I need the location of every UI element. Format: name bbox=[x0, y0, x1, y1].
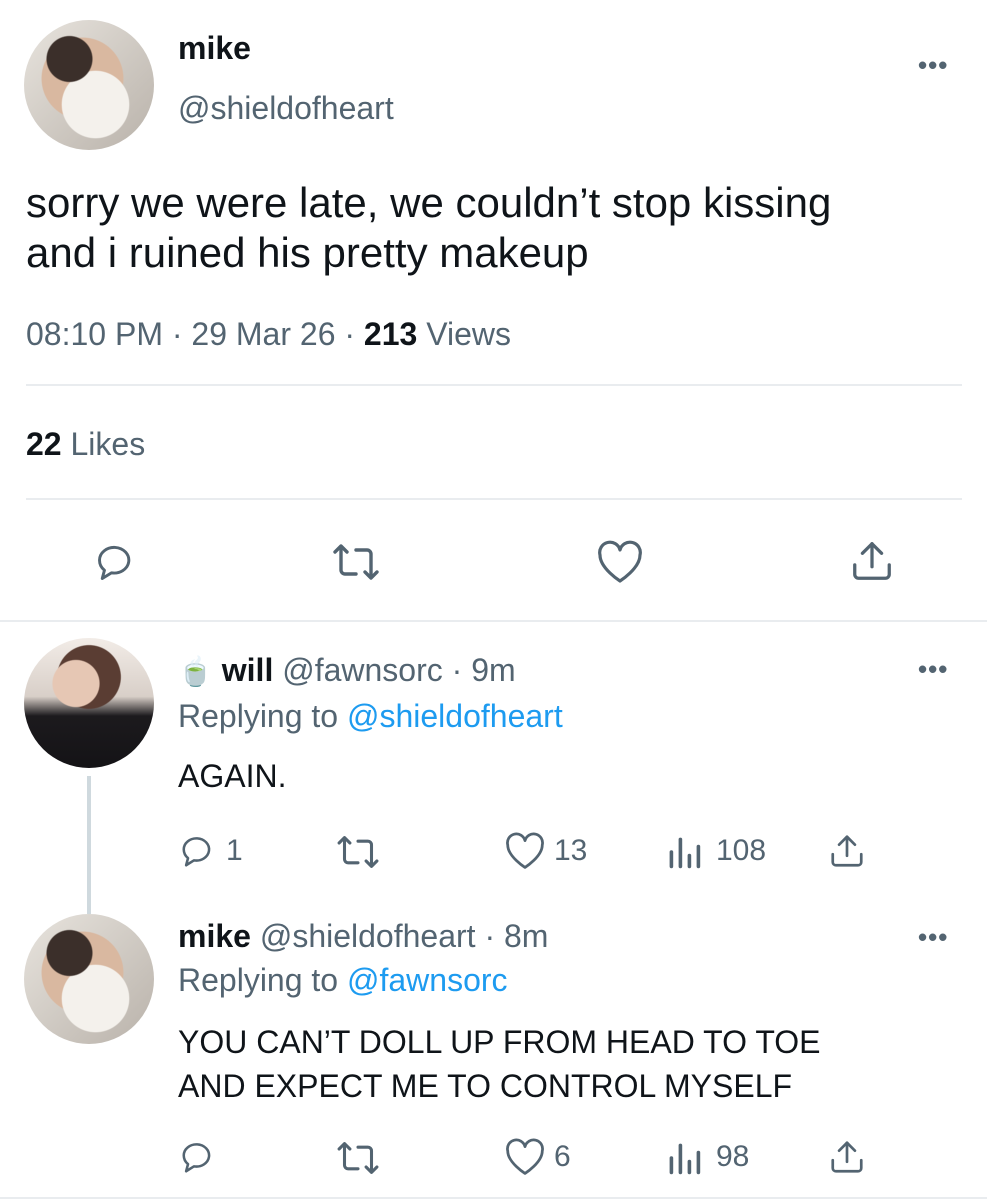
more-icon[interactable]: ••• bbox=[918, 52, 948, 78]
author-name[interactable]: mike bbox=[178, 30, 251, 67]
reply-text: AGAIN. bbox=[178, 758, 287, 794]
tweet-time[interactable]: 08:10 PM bbox=[26, 316, 163, 352]
share-icon[interactable] bbox=[828, 832, 866, 870]
like-count: 13 bbox=[554, 834, 588, 867]
like-icon[interactable] bbox=[504, 1138, 546, 1176]
reply-header: 🍵 will @fawnsorc · 9m bbox=[178, 652, 516, 689]
separator: · bbox=[484, 918, 496, 954]
replying-label: Replying to bbox=[178, 962, 339, 998]
avatar[interactable] bbox=[24, 638, 154, 768]
reply-text: YOU CAN’T DOLL UP FROM HEAD TO TOE AND E… bbox=[178, 1020, 821, 1108]
tea-emoji: 🍵 bbox=[178, 656, 213, 687]
tweet-meta: 08:10 PM · 29 Mar 26 · 213 Views bbox=[26, 316, 511, 353]
reply-text-line-2: AND EXPECT ME TO CONTROL MYSELF bbox=[178, 1068, 793, 1104]
replying-to: Replying to @shieldofheart bbox=[178, 698, 563, 735]
likes-label: Likes bbox=[70, 426, 146, 462]
retweet-icon[interactable] bbox=[336, 1140, 380, 1176]
likes-count: 22 bbox=[26, 426, 62, 462]
reply-author-name[interactable]: mike bbox=[178, 918, 251, 954]
like-count: 6 bbox=[554, 1140, 571, 1173]
reply-count: 1 bbox=[226, 834, 243, 867]
reply-author-name[interactable]: will bbox=[222, 652, 274, 688]
divider bbox=[26, 498, 962, 500]
reply-icon[interactable] bbox=[93, 540, 139, 584]
divider bbox=[0, 1197, 987, 1199]
retweet-icon[interactable] bbox=[336, 834, 380, 870]
replying-handle[interactable]: @shieldofheart bbox=[347, 698, 563, 734]
author-handle[interactable]: @shieldofheart bbox=[178, 90, 394, 127]
divider bbox=[0, 620, 987, 622]
views-count: 108 bbox=[716, 834, 767, 867]
more-icon[interactable]: ••• bbox=[918, 924, 948, 950]
tweet-text-line-2: and i ruined his pretty makeup bbox=[26, 229, 589, 276]
separator: · bbox=[344, 316, 356, 352]
separator: · bbox=[171, 316, 183, 352]
views-label: Views bbox=[426, 316, 511, 352]
reply-time[interactable]: 8m bbox=[504, 918, 548, 954]
views-count[interactable]: 213 bbox=[364, 316, 417, 352]
views-icon[interactable] bbox=[666, 834, 702, 870]
divider bbox=[26, 384, 962, 386]
replying-to: Replying to @fawnsorc bbox=[178, 962, 508, 999]
reply-time[interactable]: 9m bbox=[471, 652, 515, 688]
views-icon[interactable] bbox=[666, 1140, 702, 1176]
reply-author-handle[interactable]: @shieldofheart bbox=[260, 918, 476, 954]
separator: · bbox=[451, 652, 463, 688]
reply-text-line-1: YOU CAN’T DOLL UP FROM HEAD TO TOE bbox=[178, 1024, 821, 1060]
views-count: 98 bbox=[716, 1140, 750, 1173]
avatar[interactable] bbox=[24, 914, 154, 1044]
reply-header: mike @shieldofheart · 8m bbox=[178, 918, 548, 955]
tweet-text: sorry we were late, we couldn’t stop kis… bbox=[26, 178, 831, 278]
reply-icon[interactable] bbox=[178, 832, 218, 870]
reply-icon[interactable] bbox=[178, 1138, 218, 1176]
like-icon[interactable] bbox=[596, 540, 644, 584]
reply-author-handle[interactable]: @fawnsorc bbox=[282, 652, 443, 688]
thread-line bbox=[87, 776, 91, 914]
tweet-date[interactable]: 29 Mar 26 bbox=[191, 316, 335, 352]
replying-label: Replying to bbox=[178, 698, 339, 734]
more-icon[interactable]: ••• bbox=[918, 656, 948, 682]
share-icon[interactable] bbox=[828, 1138, 866, 1176]
retweet-icon[interactable] bbox=[332, 542, 380, 582]
like-icon[interactable] bbox=[504, 832, 546, 870]
share-icon[interactable] bbox=[849, 538, 895, 584]
replying-handle[interactable]: @fawnsorc bbox=[347, 962, 508, 998]
tweet-text-line-1: sorry we were late, we couldn’t stop kis… bbox=[26, 179, 832, 226]
likes-stat[interactable]: 22 Likes bbox=[26, 426, 145, 463]
avatar[interactable] bbox=[24, 20, 154, 150]
